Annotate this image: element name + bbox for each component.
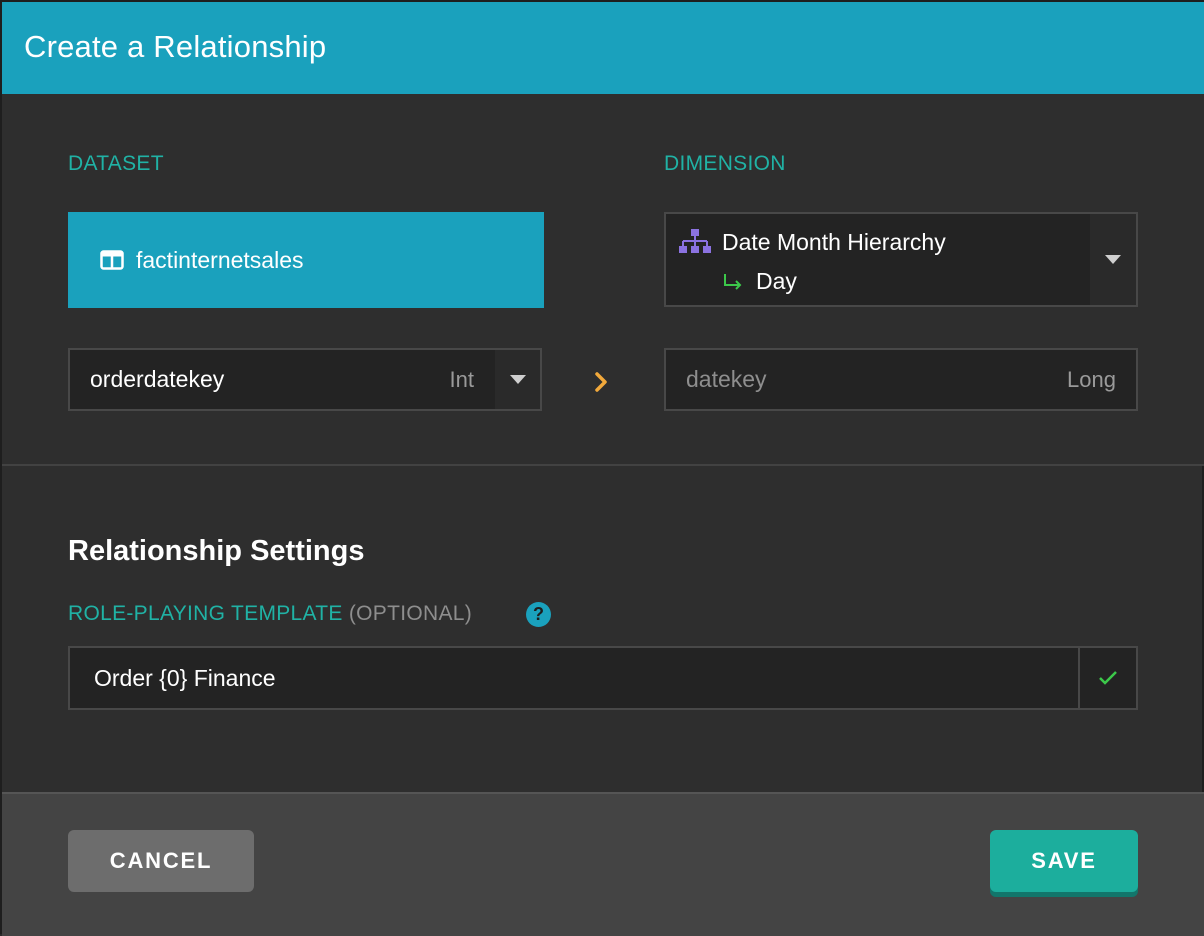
chevron-down-icon	[509, 375, 526, 384]
dimension-level: Day	[722, 268, 797, 295]
dimension-key-field: datekey Long	[664, 348, 1138, 411]
save-button[interactable]: SAVE	[990, 830, 1138, 892]
dataset-key-value: orderdatekey	[90, 366, 225, 392]
role-template-value: Order {0} Finance	[94, 665, 276, 691]
role-template-label-text: ROLE-PLAYING TEMPLATE	[68, 602, 343, 625]
dataset-key-dropdown-toggle[interactable]	[495, 350, 540, 409]
section-divider	[2, 464, 1204, 466]
hierarchy-name: Date Month Hierarchy	[722, 228, 946, 255]
dimension-dropdown-toggle[interactable]	[1090, 214, 1136, 305]
dataset-selector[interactable]: factinternetsales	[68, 212, 544, 308]
dimension-label: DIMENSION	[664, 152, 786, 175]
create-relationship-dialog: Create a Relationship DATASET DIMENSION …	[0, 0, 1204, 936]
cancel-button[interactable]: CANCEL	[68, 830, 254, 892]
dataset-label: DATASET	[68, 152, 164, 175]
dataset-key-select[interactable]: orderdatekey Int	[68, 348, 542, 411]
level-name: Day	[756, 268, 797, 294]
sub-level-arrow-icon	[724, 273, 742, 290]
dialog-header: Create a Relationship	[2, 2, 1204, 94]
validation-status	[1078, 648, 1136, 708]
checkmark-icon	[1099, 671, 1117, 685]
role-template-optional-text: (OPTIONAL)	[348, 602, 473, 625]
settings-title: Relationship Settings	[68, 535, 365, 567]
dimension-selector[interactable]: Date Month Hierarchy Day	[664, 212, 1138, 307]
help-glyph: ?	[533, 604, 544, 624]
dataset-name: factinternetsales	[136, 246, 304, 273]
table-icon	[100, 250, 124, 270]
role-template-label: ROLE-PLAYING TEMPLATE (OPTIONAL)	[68, 602, 472, 626]
dialog-title: Create a Relationship	[24, 29, 327, 64]
save-button-label: SAVE	[1031, 848, 1097, 873]
dimension-key-value: datekey	[686, 366, 767, 392]
help-icon[interactable]: ?	[526, 602, 551, 627]
role-template-input[interactable]: Order {0} Finance	[68, 646, 1138, 710]
chevron-down-icon	[1105, 255, 1121, 264]
dimension-hierarchy: Date Month Hierarchy	[678, 228, 946, 256]
hierarchy-icon	[679, 229, 711, 253]
dimension-key-type: Long	[1067, 367, 1116, 392]
cancel-button-label: CANCEL	[109, 848, 213, 873]
chevron-right-icon	[595, 372, 607, 392]
dataset-key-type: Int	[449, 367, 474, 392]
